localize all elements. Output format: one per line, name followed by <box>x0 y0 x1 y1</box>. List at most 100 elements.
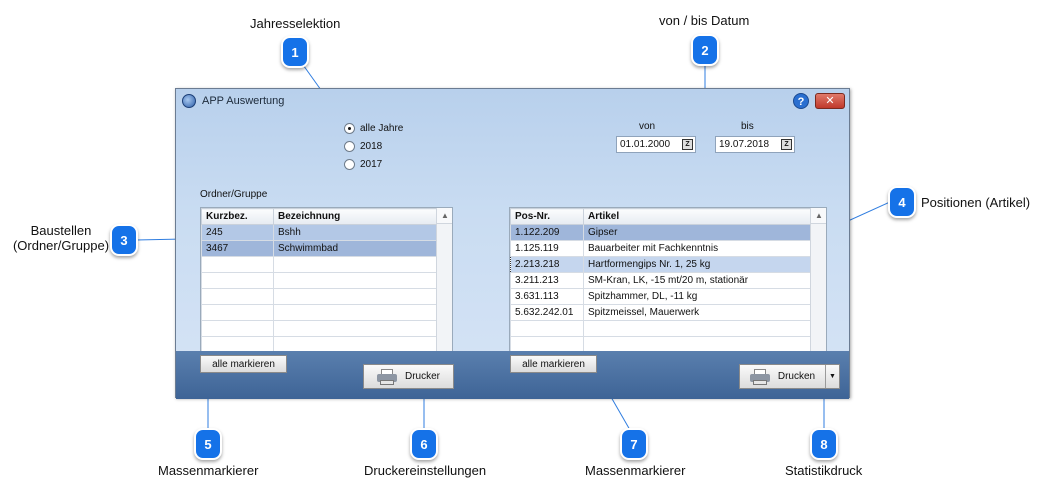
callout-badge-3: 3 <box>110 224 138 256</box>
table-cell: 1.125.119 <box>510 240 584 257</box>
callout-label-statistics-print: Statistikdruck <box>785 463 863 478</box>
to-date-value: 19.07.2018 <box>719 139 770 150</box>
printer-icon <box>376 368 397 385</box>
radio-button[interactable] <box>344 140 355 152</box>
table-row[interactable]: 3.211.213 SM-Kran, LK, -15 mt/20 m, stat… <box>510 272 811 289</box>
table-row[interactable] <box>201 320 437 337</box>
callout-badge-1: 1 <box>281 36 309 68</box>
table-row[interactable] <box>201 256 437 273</box>
column-header-short-name[interactable]: Kurzbez. <box>201 208 274 225</box>
table-row[interactable]: 5.632.242.01 Spitzmeissel, Mauerwerk <box>510 304 811 321</box>
groups-scrollbar[interactable]: ▲ <box>436 208 452 352</box>
table-cell <box>273 304 437 321</box>
callout-label-printer-settings: Druckereinstellungen <box>364 463 487 478</box>
groups-label: Ordner/Gruppe <box>200 189 268 200</box>
app-window: APP Auswertung ? ✕ alle Jahre 2018 2017 … <box>175 88 850 399</box>
printer-icon <box>749 368 770 385</box>
scroll-up-icon[interactable]: ▲ <box>811 208 826 224</box>
table-cell: 3.211.213 <box>510 272 584 289</box>
table-cell: 2.213.218 <box>510 256 584 273</box>
table-row[interactable] <box>510 320 811 337</box>
printer-settings-button[interactable]: Drucker <box>363 364 454 389</box>
callout-badge-7: 7 <box>620 428 648 460</box>
table-row[interactable] <box>201 304 437 321</box>
table-cell: 3.631.113 <box>510 288 584 305</box>
print-label: Drucken <box>777 371 816 382</box>
positions-table: Pos-Nr. Artikel 1.122.209 Gipser 1.125.1… <box>510 208 811 352</box>
bottom-toolbar: alle markieren Drucker alle markieren Dr… <box>176 351 849 399</box>
table-cell: Hartformengips Nr. 1, 25 kg <box>583 256 811 273</box>
year-option-label: 2017 <box>360 158 383 170</box>
year-option-label: 2018 <box>360 140 383 152</box>
table-row[interactable]: 2.213.218 Hartformengips Nr. 1, 25 kg <box>510 256 811 273</box>
callout-label-date-range: von / bis Datum <box>659 13 750 28</box>
positions-grid: Pos-Nr. Artikel 1.122.209 Gipser 1.125.1… <box>509 207 827 353</box>
callout-label-mass-marker-right: Massenmarkierer <box>585 463 686 478</box>
mark-all-positions-button[interactable]: alle markieren <box>510 355 597 373</box>
table-cell: Spitzhammer, DL, -11 kg <box>583 288 811 305</box>
table-cell: 1.122.209 <box>510 224 584 241</box>
callout-badge-4: 4 <box>888 186 916 218</box>
table-cell <box>201 288 274 305</box>
calendar-icon[interactable]: Z <box>781 139 792 150</box>
callout-badge-8: 8 <box>810 428 838 460</box>
table-cell: Spitzmeissel, Mauerwerk <box>583 304 811 321</box>
table-row[interactable] <box>201 272 437 289</box>
table-cell <box>583 320 811 337</box>
radio-button[interactable] <box>344 158 355 170</box>
scroll-up-icon[interactable]: ▲ <box>437 208 452 224</box>
column-header-article[interactable]: Artikel <box>583 208 811 225</box>
callout-label-mass-marker-left: Massenmarkierer <box>158 463 259 478</box>
table-cell <box>273 256 437 273</box>
table-cell: Bauarbeiter mit Fachkenntnis <box>583 240 811 257</box>
print-button[interactable]: Drucken ▼ <box>739 364 840 389</box>
window-titlebar: APP Auswertung ? ✕ <box>176 89 849 113</box>
callout-badge-6: 6 <box>410 428 438 460</box>
callout-label-sites: Baustellen (Ordner/Gruppe) <box>12 223 110 253</box>
table-row[interactable]: 1.125.119 Bauarbeiter mit Fachkenntnis <box>510 240 811 257</box>
table-row[interactable]: 3.631.113 Spitzhammer, DL, -11 kg <box>510 288 811 305</box>
table-row[interactable]: 3467 Schwimmbad <box>201 240 437 257</box>
table-cell <box>510 320 584 337</box>
help-button[interactable]: ? <box>793 93 809 109</box>
mark-all-positions-label: alle markieren <box>522 358 585 370</box>
table-cell <box>201 256 274 273</box>
printer-settings-label: Drucker <box>404 371 440 382</box>
callout-label-sites-line2: (Ordner/Gruppe) <box>12 238 110 253</box>
groups-table: Kurzbez. Bezeichnung 245 Bshh 3467 Schwi… <box>201 208 437 352</box>
year-option-2017[interactable]: 2017 <box>344 155 403 173</box>
callout-label-year-selection: Jahresselektion <box>250 16 341 31</box>
radio-button[interactable] <box>344 122 355 134</box>
table-cell: Bshh <box>273 224 437 241</box>
table-row[interactable]: 1.122.209 Gipser <box>510 224 811 241</box>
year-selection: alle Jahre 2018 2017 <box>344 119 403 173</box>
year-option-label: alle Jahre <box>360 122 404 134</box>
table-cell <box>273 272 437 289</box>
positions-scrollbar[interactable]: ▲ <box>810 208 826 352</box>
table-row[interactable] <box>201 288 437 305</box>
year-option-all[interactable]: alle Jahre <box>344 119 403 137</box>
table-cell: Gipser <box>583 224 811 241</box>
year-option-2018[interactable]: 2018 <box>344 137 403 155</box>
to-date-label: bis <box>741 121 754 132</box>
calendar-icon[interactable]: Z <box>682 139 693 150</box>
column-header-description[interactable]: Bezeichnung <box>273 208 437 225</box>
mark-all-groups-button[interactable]: alle markieren <box>200 355 287 373</box>
table-cell <box>201 304 274 321</box>
positions-header-row: Pos-Nr. Artikel <box>510 208 811 225</box>
table-row[interactable]: 245 Bshh <box>201 224 437 241</box>
table-cell: SM-Kran, LK, -15 mt/20 m, stationär <box>583 272 811 289</box>
column-header-position-number[interactable]: Pos-Nr. <box>510 208 584 225</box>
close-button[interactable]: ✕ <box>815 93 845 109</box>
window-title: APP Auswertung <box>202 95 285 107</box>
from-date-field[interactable]: 01.01.2000 Z <box>616 136 696 153</box>
table-cell <box>201 320 274 337</box>
app-logo-icon <box>182 94 196 108</box>
from-date-value: 01.01.2000 <box>620 139 671 150</box>
table-cell <box>273 320 437 337</box>
mark-all-groups-label: alle markieren <box>212 358 275 370</box>
to-date-field[interactable]: 19.07.2018 Z <box>715 136 795 153</box>
groups-header-row: Kurzbez. Bezeichnung <box>201 208 437 225</box>
chevron-down-icon[interactable]: ▼ <box>825 365 839 388</box>
callout-badge-5: 5 <box>194 428 222 460</box>
